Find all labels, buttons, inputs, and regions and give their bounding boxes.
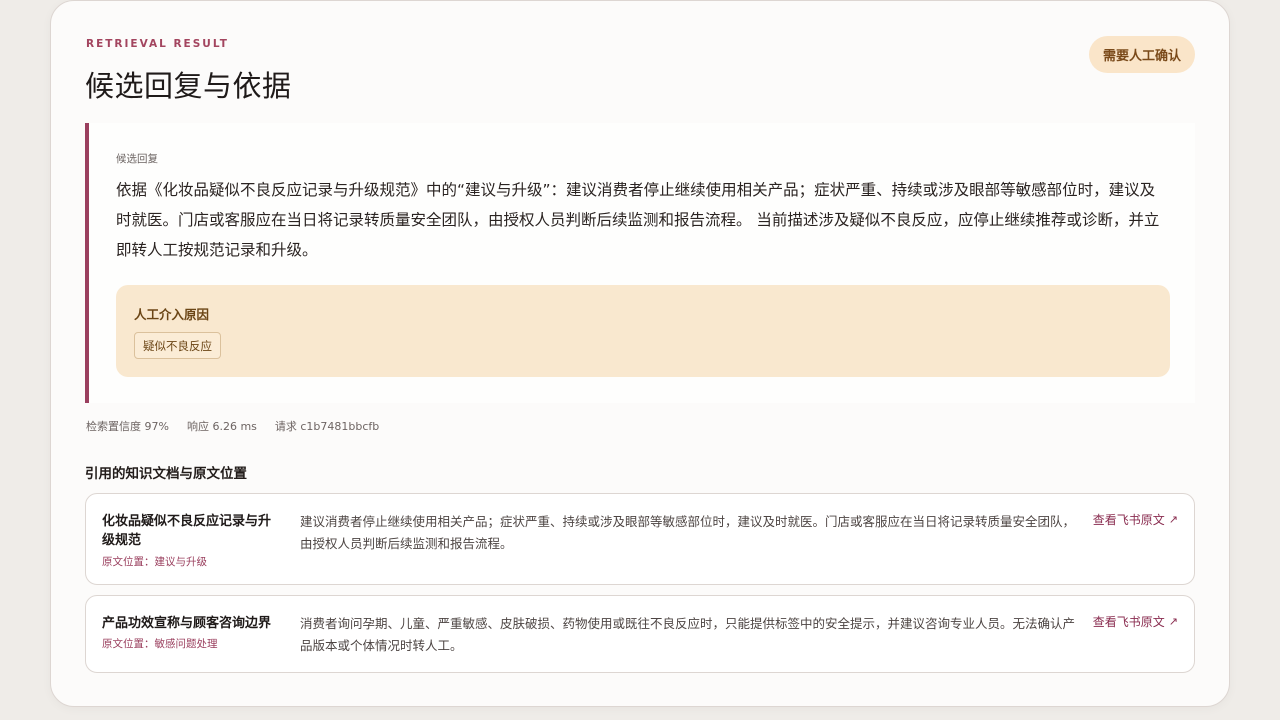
latency-value: 响应 6.26 ms [186,420,257,433]
candidate-answer-panel: 候选回复 依据《化妆品疑似不良反应记录与升级规范》中的“建议与升级”：建议消费者… [85,123,1195,403]
citation-excerpt: 建议消费者停止继续使用相关产品；症状严重、持续或涉及眼部等敏感部位时，建议及时就… [300,514,1076,551]
citations-section-title: 引用的知识文档与原文位置 [85,466,247,482]
citation-doc-name: 产品功效宣称与顾客咨询边界 [102,616,272,631]
citation-excerpt: 消费者询问孕期、儿童、严重敏感、皮肤破损、药物使用或既往不良反应时，只能提供标签… [300,616,1076,653]
view-source-link[interactable]: 查看飞书原文 ↗ [1093,613,1178,630]
arrow-up-right-icon: ↗ [1168,615,1178,628]
citation-doc-name: 化妆品疑似不良反应记录与升级规范 [102,514,272,548]
escalation-reason-box: 人工介入原因 疑似不良反应 [116,285,1170,377]
citation-card: 产品功效宣称与顾客咨询边界 原文位置：敏感问题处理 消费者询问孕期、儿童、严重敏… [85,595,1195,673]
retrieval-result-card: RETRIEVAL RESULT 候选回复与依据 需要人工确认 候选回复 依据《… [50,0,1230,707]
view-source-label: 查看飞书原文 [1092,513,1165,527]
reason-tag: 疑似不良反应 [134,332,221,359]
answer-label: 候选回复 [116,153,158,165]
view-source-link[interactable]: 查看飞书原文 ↗ [1093,511,1178,528]
citation-location: 原文位置：敏感问题处理 [102,638,218,650]
citation-location: 原文位置：建议与升级 [102,556,207,568]
page-title: 候选回复与依据 [85,69,292,103]
reason-title: 人工介入原因 [134,307,210,322]
eyebrow-label: RETRIEVAL RESULT [86,38,229,50]
result-meta: 检索置信度 97% 响应 6.26 ms 请求 c1b7481bbcfb [86,418,379,434]
status-badge: 需要人工确认 [1088,36,1195,73]
request-id: 请求 c1b7481bbcfb [274,420,380,433]
citation-card: 化妆品疑似不良反应记录与升级规范 原文位置：建议与升级 建议消费者停止继续使用相… [85,493,1195,585]
view-source-label: 查看飞书原文 [1092,615,1165,629]
arrow-up-right-icon: ↗ [1168,513,1178,526]
confidence-value: 检索置信度 97% [86,420,169,433]
answer-text: 依据《化妆品疑似不良反应记录与升级规范》中的“建议与升级”：建议消费者停止继续使… [116,181,1160,259]
